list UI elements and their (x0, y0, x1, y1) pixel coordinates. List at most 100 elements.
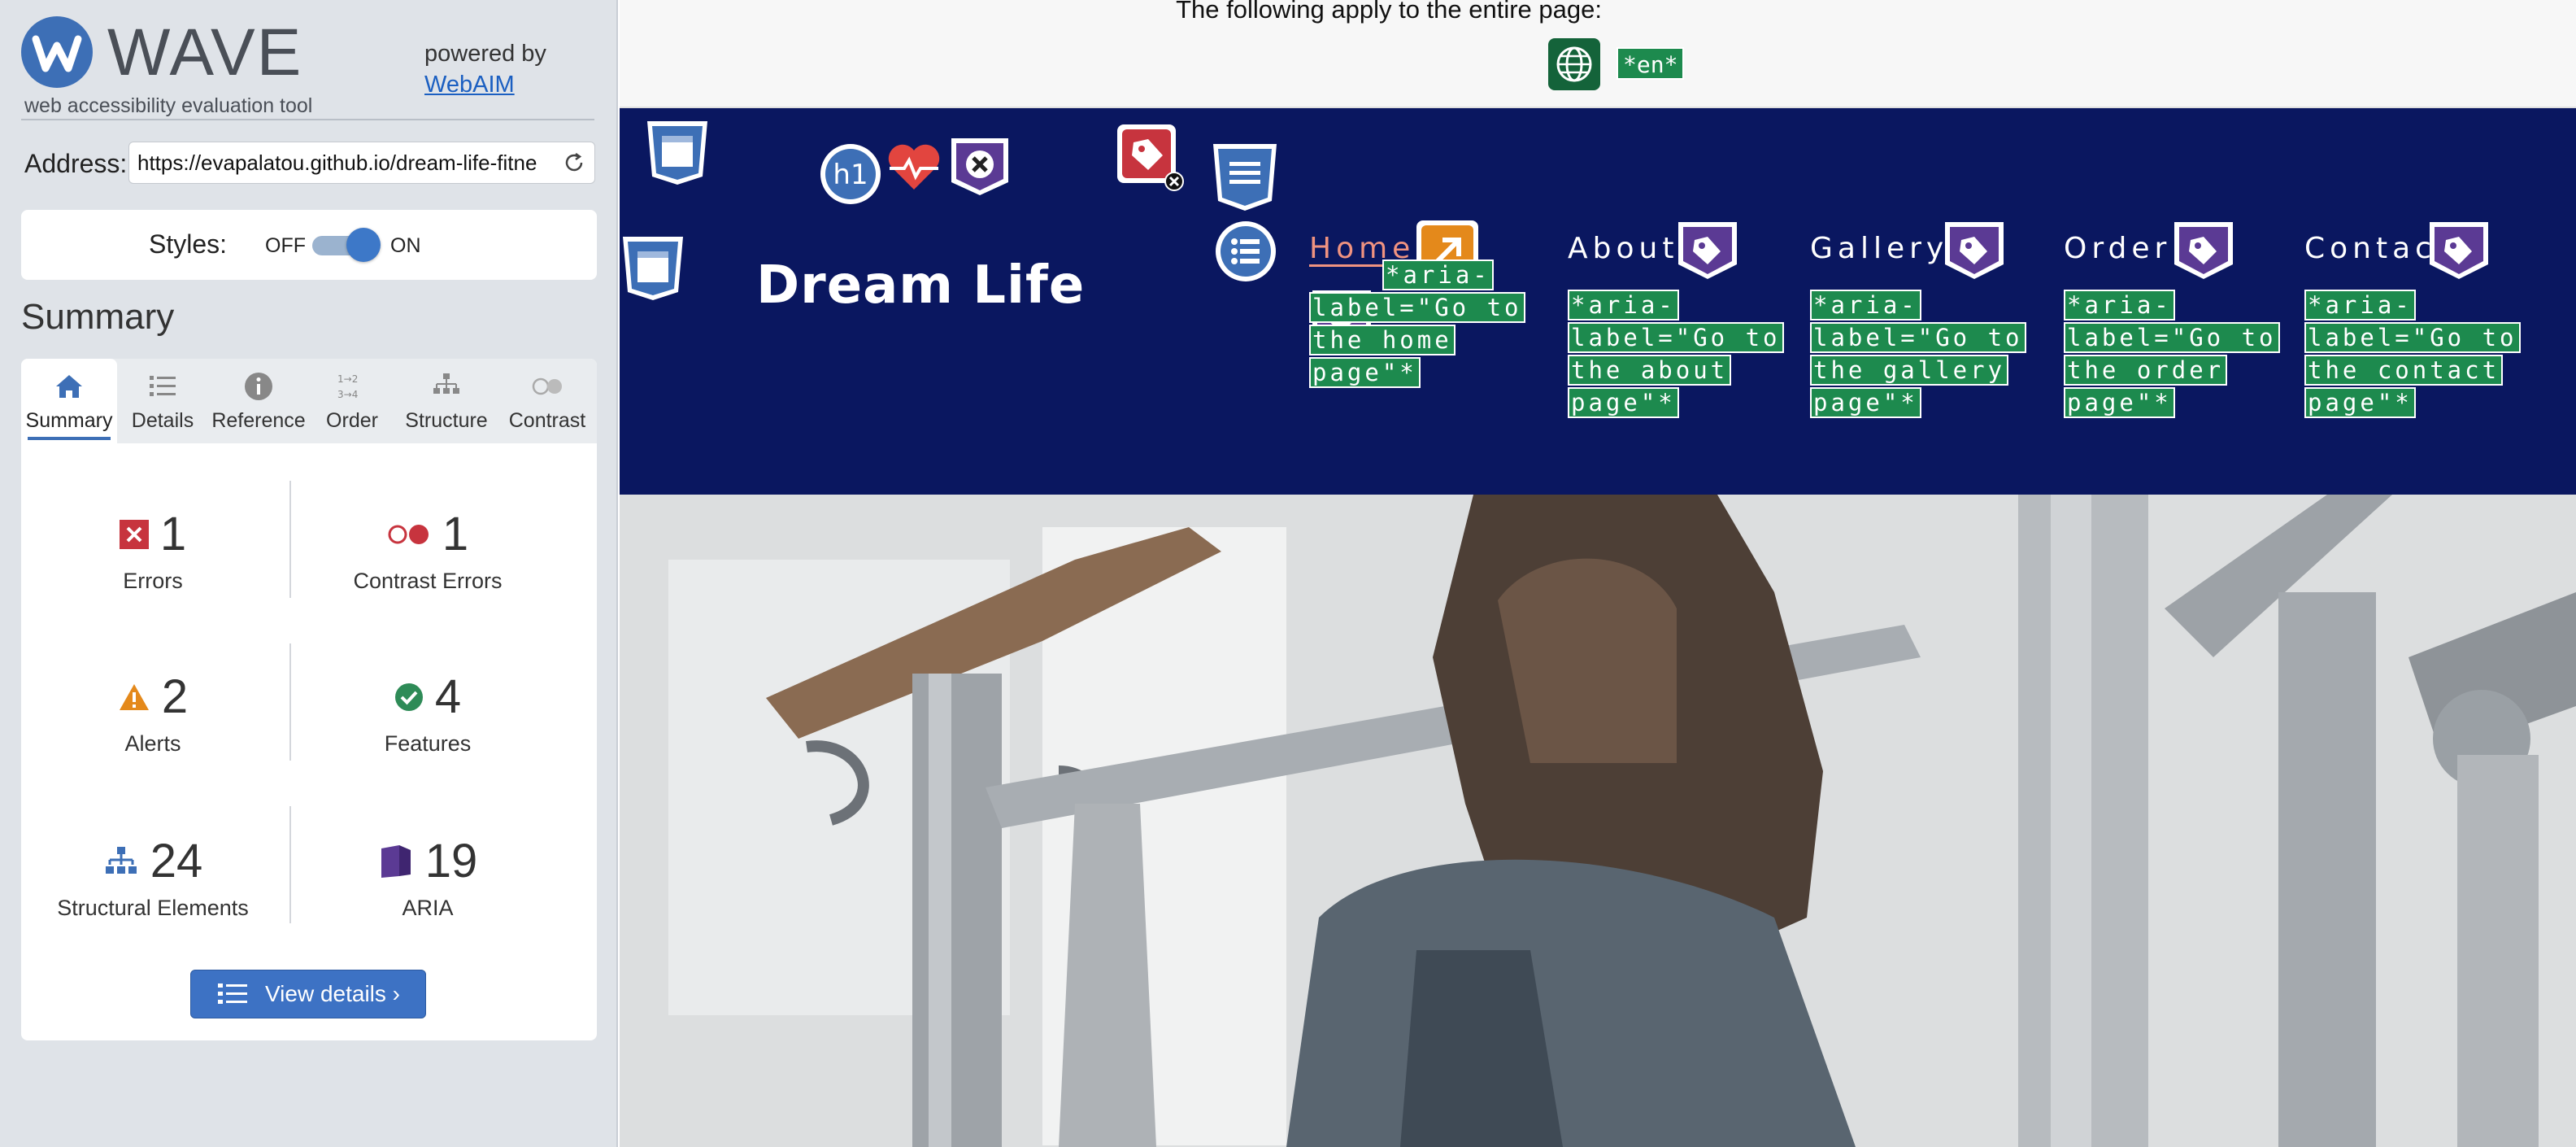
error-icon (119, 520, 149, 549)
stat-features[interactable]: 4 Features (298, 671, 558, 757)
wave-sidebar: WAVE web accessibility evaluation tool p… (0, 0, 618, 1147)
reload-icon[interactable] (562, 150, 586, 175)
aria-label-gallery: *aria-label="Go to the gallery page"* (1810, 289, 2030, 419)
contrast-errors-count: 1 (442, 508, 469, 560)
summary-heading: Summary (21, 297, 175, 337)
aria-label-tag-icon[interactable] (2426, 219, 2491, 284)
view-details-label: View details › (264, 981, 400, 1006)
aria-label-text: *aria-label="Go to the home page"* (1309, 259, 1525, 388)
nav-link-gallery[interactable]: Gallery (1810, 232, 1948, 265)
aria-label-text: *aria-label="Go to the order page"* (2064, 290, 2280, 418)
tab-label: Contrast (508, 409, 586, 432)
wave-logo-icon (21, 16, 93, 88)
nav-link-about[interactable]: About (1568, 232, 1678, 265)
language-tag: *en* (1617, 47, 1685, 80)
stat-structural[interactable]: 24 Structural Elements (23, 835, 283, 921)
page-preview: The following apply to the entire page: … (620, 0, 2576, 1147)
language-globe-icon[interactable] (1548, 38, 1600, 90)
tab-label: Structure (405, 409, 488, 432)
aria-label-text: *aria-label="Go to the contact page"* (2304, 290, 2521, 418)
list-icon (150, 376, 176, 396)
powered-by: powered by WebAIM (424, 39, 546, 100)
webaim-link[interactable]: WebAIM (424, 70, 546, 101)
nav-link-order[interactable]: Order (2064, 232, 2171, 265)
tab-contrast[interactable]: Contrast (498, 359, 597, 443)
view-details-button[interactable]: View details › (190, 970, 426, 1018)
aria-label: ARIA (402, 896, 454, 920)
structure-icon (105, 847, 137, 874)
aria-label-tag-icon[interactable] (1675, 219, 1740, 284)
home-icon (56, 375, 82, 398)
wave-brand: WAVE web accessibility evaluation tool p… (21, 16, 594, 120)
hero-photo (620, 495, 2576, 1147)
styles-off-label: OFF (265, 234, 306, 257)
svg-text:3→4: 3→4 (337, 389, 358, 400)
tab-label: Order (326, 409, 378, 432)
features-count: 4 (434, 670, 462, 723)
list-icon (217, 983, 247, 1004)
styles-on-label: ON (390, 234, 421, 257)
structural-count: 24 (150, 835, 203, 888)
stat-alerts[interactable]: 2 Alerts (23, 671, 283, 757)
aria-label-contact: *aria-label="Go to the contact page"* (2304, 289, 2524, 419)
tab-label: Details (131, 409, 194, 432)
tab-label: Reference (211, 409, 306, 432)
panel-tabs: Summary Details Reference 1→2 3→4 Order … (21, 359, 597, 443)
wave-brand-name: WAVE (107, 15, 303, 89)
tab-structure[interactable]: Structure (395, 359, 498, 443)
styles-toggle[interactable] (311, 228, 381, 262)
heading-h1-icon[interactable]: h1 (818, 142, 883, 207)
stat-errors[interactable]: 1 Errors (23, 508, 283, 594)
alert-icon (119, 684, 149, 710)
tab-details[interactable]: Details (117, 359, 208, 443)
svg-text:1→2: 1→2 (337, 373, 358, 385)
styles-label: Styles: (149, 229, 228, 259)
site-header: Dream Life h1 Home *aria-label="Go to th… (620, 108, 2576, 495)
unordered-list-icon[interactable] (1213, 219, 1278, 284)
tab-summary[interactable]: Summary (21, 359, 117, 443)
contrast-errors-label: Contrast Errors (353, 569, 503, 593)
alerts-count: 2 (161, 670, 189, 723)
aria-label-text: *aria-label="Go to the about page"* (1568, 290, 1784, 418)
feature-check-icon (394, 683, 423, 711)
errors-count: 1 (159, 508, 187, 560)
styles-toggle-card: Styles: OFF ON (21, 210, 597, 280)
aria-label-tag-icon[interactable] (1942, 219, 2007, 284)
structural-label: Structural Elements (57, 896, 249, 920)
aria-label-text: *aria-label="Go to the gallery page"* (1810, 290, 2026, 418)
hero-image (620, 495, 2576, 1147)
site-brand: Dream Life (756, 255, 1086, 316)
aria-error-icon[interactable] (948, 133, 1012, 198)
aria-icon (381, 845, 411, 878)
summary-panel: Summary Details Reference 1→2 3→4 Order … (21, 359, 597, 1040)
contrast-icon (532, 377, 562, 395)
page-level-banner: The following apply to the entire page: … (620, 0, 2576, 108)
wave-tagline: web accessibility evaluation tool (24, 94, 313, 117)
features-label: Features (384, 731, 472, 756)
aria-count: 19 (424, 835, 478, 888)
stat-contrast-errors[interactable]: 1 Contrast Errors (298, 508, 558, 594)
address-label: Address: (24, 149, 128, 178)
alerts-label: Alerts (124, 731, 181, 756)
aria-label-tag-icon[interactable] (2171, 219, 2236, 284)
region-icon[interactable] (620, 235, 686, 302)
order-icon: 1→2 3→4 (337, 373, 358, 400)
address-input[interactable] (137, 149, 548, 177)
stat-divider (289, 481, 291, 598)
info-icon (245, 373, 272, 400)
errors-label: Errors (123, 569, 183, 593)
structure-icon (433, 373, 459, 394)
error-tag-icon[interactable] (1116, 123, 1184, 191)
contrast-error-icon (388, 525, 429, 544)
tab-reference[interactable]: Reference (208, 359, 309, 443)
navigation-region-icon[interactable] (1210, 142, 1280, 212)
tab-order[interactable]: 1→2 3→4 Order (309, 359, 395, 443)
aria-label-about: *aria-label="Go to the about page"* (1568, 289, 1787, 419)
aria-live-heart-icon[interactable] (885, 141, 943, 193)
aria-label-order: *aria-label="Go to the order page"* (2064, 289, 2283, 419)
stat-divider (289, 806, 291, 923)
stat-aria[interactable]: 19 ARIA (298, 835, 558, 921)
aria-label-home: *aria-label="Go to the home page"* (1309, 259, 1537, 389)
heading-badge: h1 (833, 159, 868, 191)
header-region-icon[interactable] (644, 120, 711, 186)
